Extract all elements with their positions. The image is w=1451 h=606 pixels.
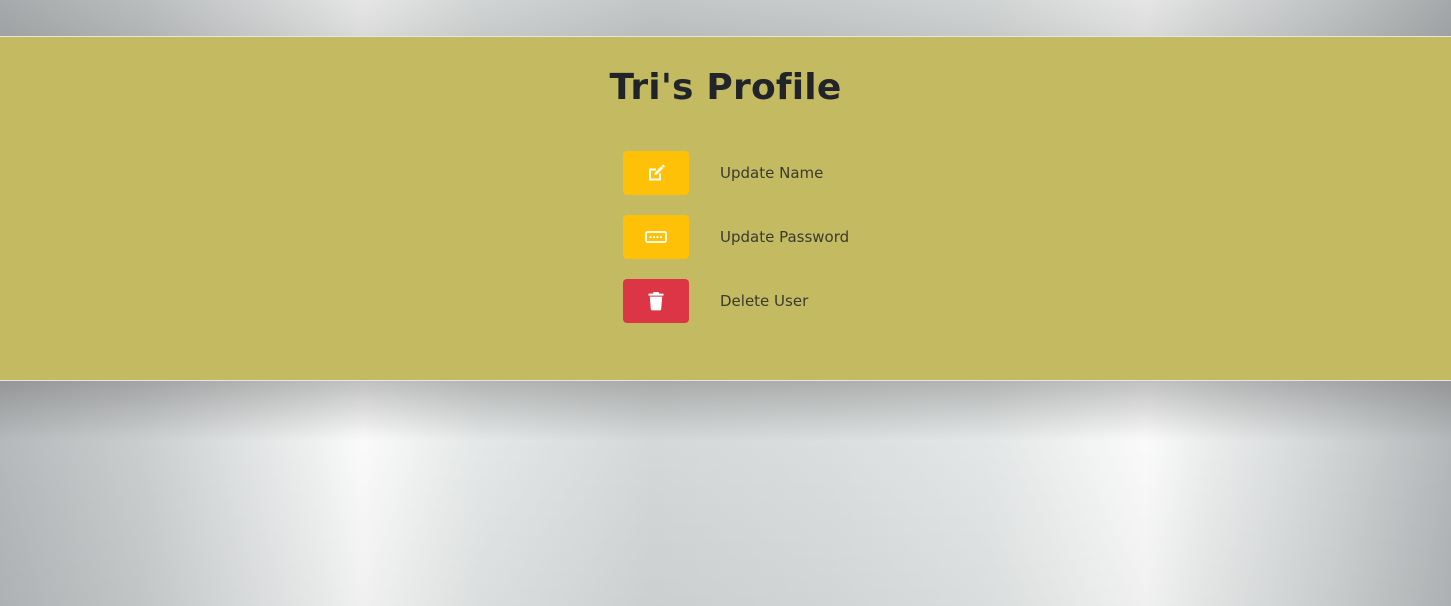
- update-password-label[interactable]: Update Password: [720, 215, 849, 259]
- password-icon: [645, 231, 667, 243]
- background-top-shade: [0, 0, 1451, 36]
- delete-user-label[interactable]: Delete User: [720, 279, 808, 323]
- update-name-row: Update Name: [623, 151, 1023, 195]
- update-password-button[interactable]: [623, 215, 689, 259]
- edit-icon: [649, 164, 665, 181]
- update-name-label[interactable]: Update Name: [720, 151, 823, 195]
- profile-action-list: Update Name Update Password Delete User: [623, 151, 1023, 343]
- page-title: Tri's Profile: [609, 67, 842, 108]
- background-shadow: [0, 381, 1451, 441]
- delete-user-row: Delete User: [623, 279, 1023, 323]
- update-password-row: Update Password: [623, 215, 1023, 259]
- trash-icon: [648, 292, 664, 311]
- update-name-button[interactable]: [623, 151, 689, 195]
- profile-panel: Tri's Profile Update Name Update Passwor…: [0, 36, 1451, 381]
- delete-user-button[interactable]: [623, 279, 689, 323]
